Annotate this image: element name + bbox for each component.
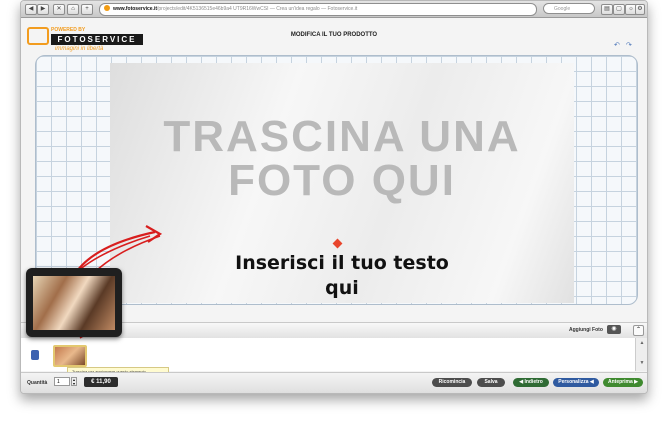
red-arrows-icon: [55, 225, 163, 339]
tablet-photo: [33, 276, 115, 330]
tablet-preview: [26, 268, 122, 337]
